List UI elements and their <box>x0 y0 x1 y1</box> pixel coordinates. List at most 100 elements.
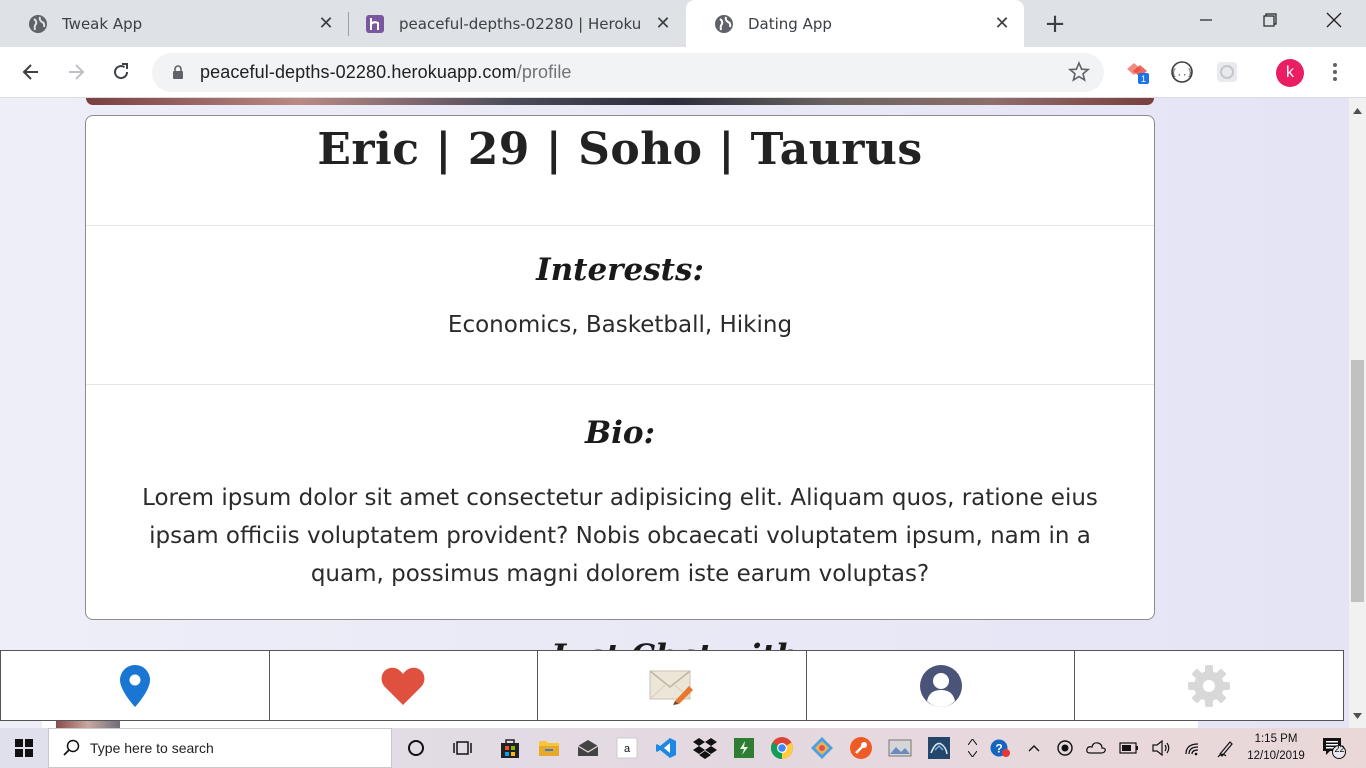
lock-icon <box>172 65 186 81</box>
bottom-nav <box>0 650 1344 721</box>
photos-icon[interactable] <box>884 732 916 764</box>
extension-gray-icon[interactable] <box>1214 59 1240 85</box>
taskbar-search-placeholder: Type here to search <box>90 740 214 756</box>
minimize-button[interactable] <box>1174 0 1238 40</box>
tab-title: Dating App <box>748 14 832 33</box>
restore-button[interactable] <box>1238 0 1302 40</box>
nav-messages[interactable] <box>538 651 807 720</box>
page-viewport: Eric | 29 | Soho | Taurus Interests: Eco… <box>0 98 1349 728</box>
bookmark-star-icon[interactable] <box>1067 60 1091 83</box>
bio-text: Lorem ipsum dolor sit amet consectetur a… <box>142 485 1098 587</box>
tab-title: Tweak App <box>62 14 143 33</box>
interests-title: Interests: <box>536 252 704 288</box>
reload-icon <box>114 63 129 80</box>
interests-section: Interests: Economics, Basketball, Hiking <box>86 226 1154 385</box>
profile-avatar[interactable]: k <box>1276 59 1304 87</box>
back-button[interactable] <box>15 56 47 88</box>
close-tab-icon[interactable]: ✕ <box>316 13 336 34</box>
close-tab-icon[interactable]: ✕ <box>653 13 673 34</box>
browser-toolbar: peaceful-depths-02280.herokuapp.com/prof… <box>0 47 1366 98</box>
file-explorer-icon[interactable] <box>533 732 565 764</box>
bio-section: Bio: Lorem ipsum dolor sit amet consecte… <box>86 385 1154 593</box>
mysql-workbench-icon[interactable] <box>923 732 955 764</box>
start-button[interactable] <box>0 728 48 768</box>
store-icon[interactable] <box>494 732 526 764</box>
nav-location[interactable] <box>1 651 270 720</box>
reload-button[interactable] <box>105 56 137 88</box>
svg-text:?: ? <box>995 742 1002 756</box>
onedrive-icon[interactable] <box>1086 738 1106 758</box>
taskbar-scroll-icon[interactable] <box>962 730 982 766</box>
url-path: /profile <box>516 62 572 82</box>
taskbar-search-box[interactable]: Type here to search <box>48 728 392 768</box>
close-window-button[interactable] <box>1302 0 1366 40</box>
scroll-up-arrow-icon[interactable] <box>1349 102 1366 119</box>
location-pin-icon <box>119 664 150 707</box>
cortana-icon[interactable] <box>400 732 432 764</box>
clock-date: 12/10/2019 <box>1247 750 1305 762</box>
heroku-icon <box>365 14 385 34</box>
tab-tweak-app[interactable]: Tweak App ✕ <box>0 0 348 47</box>
windows-taskbar: Type here to search a ? 1:15 PM 12/10/20… <box>0 728 1366 768</box>
svg-text:{..}: {..} <box>1171 69 1193 79</box>
extension-badge: 1 <box>1141 74 1146 84</box>
search-icon <box>63 739 80 756</box>
nav-profile[interactable] <box>807 651 1076 720</box>
page-footer-strip <box>42 721 1198 728</box>
tab-dating-app[interactable]: Dating App ✕ <box>686 0 1024 47</box>
globe-icon <box>714 14 734 34</box>
globe-icon <box>28 14 48 34</box>
scroll-down-arrow-icon[interactable] <box>1349 707 1366 724</box>
battery-icon[interactable] <box>1119 738 1139 758</box>
new-tab-button[interactable]: + <box>1040 9 1070 39</box>
mail-app-icon[interactable] <box>572 732 604 764</box>
restore-icon <box>1263 13 1277 27</box>
chrome-icon[interactable] <box>766 732 798 764</box>
taskbar-clock[interactable]: 1:15 PM 12/10/2019 <box>1244 731 1308 765</box>
postman-icon[interactable] <box>845 732 877 764</box>
close-tab-icon[interactable]: ✕ <box>992 13 1012 34</box>
profile-card: Eric | 29 | Soho | Taurus Interests: Eco… <box>85 115 1155 620</box>
user-icon <box>919 664 962 707</box>
bio-title: Bio: <box>584 415 656 451</box>
terminal-app-icon[interactable] <box>728 732 760 764</box>
mail-icon <box>649 669 693 705</box>
profile-photo <box>86 98 1154 105</box>
interests-text: Economics, Basketball, Hiking <box>447 312 793 338</box>
extension-json-icon[interactable]: {..} <box>1169 59 1195 85</box>
volume-icon[interactable] <box>1151 738 1171 758</box>
arrow-left-icon <box>22 64 38 80</box>
tab-title: peaceful-depths-02280 | Heroku <box>399 14 642 33</box>
close-icon <box>1326 12 1342 28</box>
task-view-icon[interactable] <box>447 732 479 764</box>
dropbox-icon[interactable] <box>689 732 721 764</box>
windows-logo-icon <box>15 739 33 757</box>
vscode-icon[interactable] <box>650 732 682 764</box>
clock-time: 1:15 PM <box>1254 733 1298 745</box>
heart-icon <box>381 667 425 705</box>
menu-kebab-icon[interactable] <box>1322 59 1348 85</box>
profile-card-header: Eric | 29 | Soho | Taurus <box>86 116 1154 226</box>
tab-heroku[interactable]: peaceful-depths-02280 | Heroku ✕ <box>337 0 685 47</box>
nav-likes[interactable] <box>270 651 539 720</box>
forward-button[interactable] <box>60 56 92 88</box>
address-bar[interactable]: peaceful-depths-02280.herokuapp.com/prof… <box>152 53 1104 92</box>
page-scrollbar[interactable] <box>1349 98 1366 728</box>
arrow-right-icon <box>69 64 85 80</box>
extension-recorder-icon[interactable]: 1 <box>1124 59 1150 85</box>
action-center-button[interactable]: 22 <box>1322 737 1346 759</box>
sourcetree-icon[interactable] <box>806 732 838 764</box>
show-hidden-icons-icon[interactable] <box>1024 738 1044 758</box>
gear-icon <box>1188 664 1231 707</box>
amazon-icon[interactable]: a <box>611 732 643 764</box>
url-text: peaceful-depths-02280.herokuapp.com/prof… <box>200 62 572 83</box>
nav-settings[interactable] <box>1075 651 1343 720</box>
thumbnail-image <box>56 721 120 728</box>
browser-tab-strip: Tweak App ✕ peaceful-depths-02280 | Hero… <box>0 0 1366 47</box>
help-icon[interactable]: ? <box>990 738 1010 758</box>
url-host: peaceful-depths-02280.herokuapp.com <box>200 62 517 82</box>
pen-ink-icon[interactable] <box>1216 738 1236 758</box>
scrollbar-thumb[interactable] <box>1351 360 1364 602</box>
wifi-icon[interactable] <box>1184 738 1204 758</box>
record-icon[interactable] <box>1055 738 1075 758</box>
